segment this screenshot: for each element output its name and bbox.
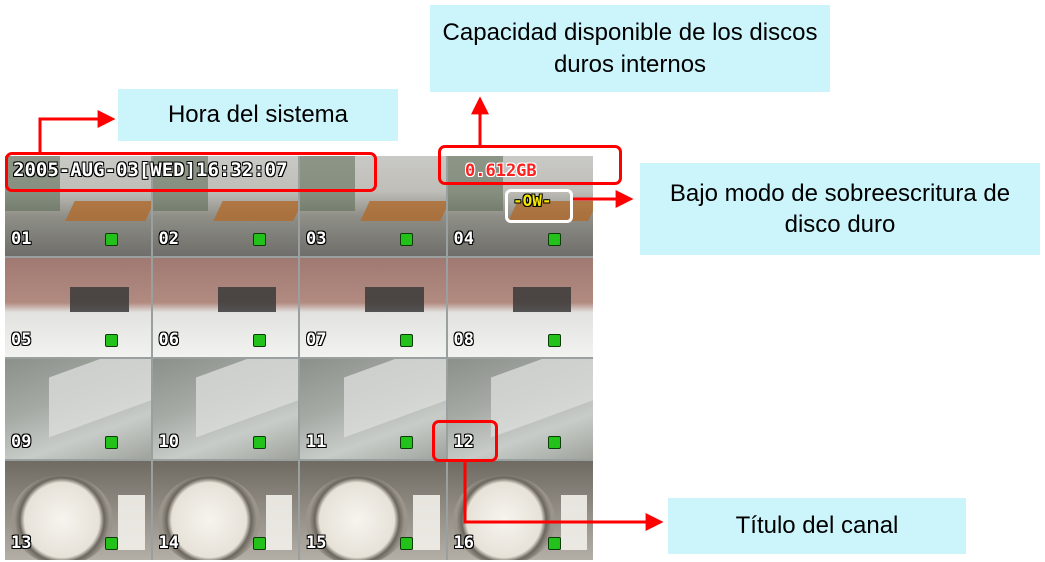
arrow-system-time — [38, 110, 116, 152]
arrow-channel-title — [463, 462, 664, 531]
connector-arrows — [38, 96, 664, 531]
